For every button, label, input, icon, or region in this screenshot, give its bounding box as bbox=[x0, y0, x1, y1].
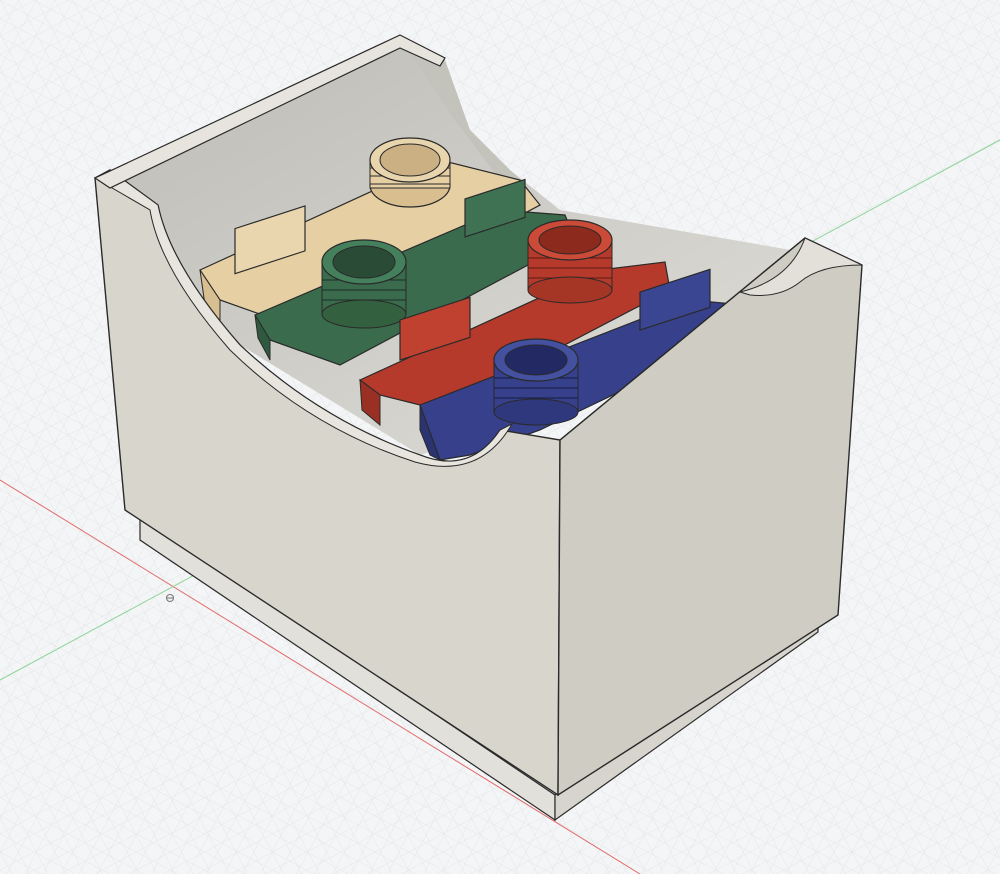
design-canvas[interactable] bbox=[0, 0, 1000, 874]
tan-threaded-nozzle bbox=[369, 137, 451, 208]
green-threaded-nozzle bbox=[321, 239, 407, 329]
viewport-svg[interactable] bbox=[0, 0, 1000, 874]
red-threaded-nozzle bbox=[527, 219, 613, 304]
blue-threaded-nozzle bbox=[493, 338, 579, 426]
